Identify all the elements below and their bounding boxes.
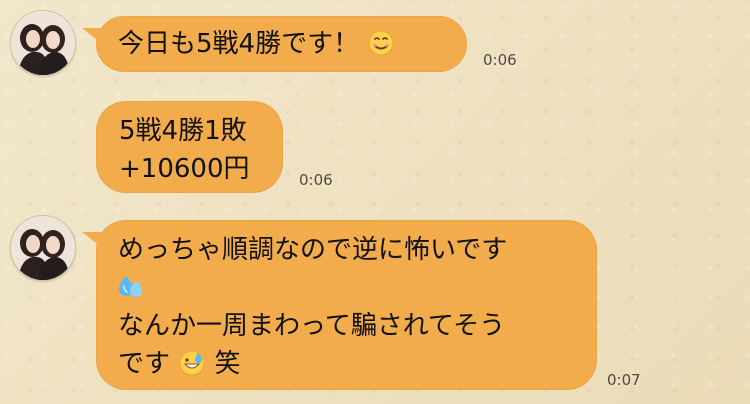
message-line: です 笑 — [118, 345, 507, 383]
grinning-sweat-icon — [178, 349, 206, 377]
message-bubble[interactable]: 5戦4勝1敗 +10600円 — [96, 101, 283, 193]
message-line: +10600円 — [119, 154, 250, 184]
message-text: めっちゃ順調なので逆に怖いです なんか一周まわって騙されてそう です 笑 — [118, 231, 507, 383]
timestamp: 0:06 — [483, 51, 517, 69]
smiling-face-icon — [367, 29, 395, 57]
message-text: 5戦4勝1敗 +10600円 — [119, 112, 250, 188]
message-fragment: です — [118, 349, 171, 379]
message-line: 5戦4勝1敗 — [119, 116, 247, 146]
timestamp: 0:07 — [607, 371, 641, 389]
message-line: めっちゃ順調なので逆に怖いです — [118, 235, 508, 265]
sweat-droplets-icon — [118, 273, 146, 301]
emoji-line — [118, 269, 507, 307]
message-bubble[interactable]: 今日も5戦4勝です！ — [96, 16, 467, 72]
message-bubble[interactable]: めっちゃ順調なので逆に怖いです なんか一周まわって騙されてそう です 笑 — [96, 220, 597, 390]
message-line: 今日も5戦4勝です！ — [118, 29, 360, 59]
message-text: 今日も5戦4勝です！ — [118, 25, 395, 63]
message-fragment: 笑 — [214, 349, 241, 379]
avatar[interactable] — [10, 10, 76, 76]
avatar[interactable] — [10, 215, 76, 281]
message-line: なんか一周まわって騙されてそう — [118, 311, 506, 341]
timestamp: 0:06 — [299, 171, 333, 189]
